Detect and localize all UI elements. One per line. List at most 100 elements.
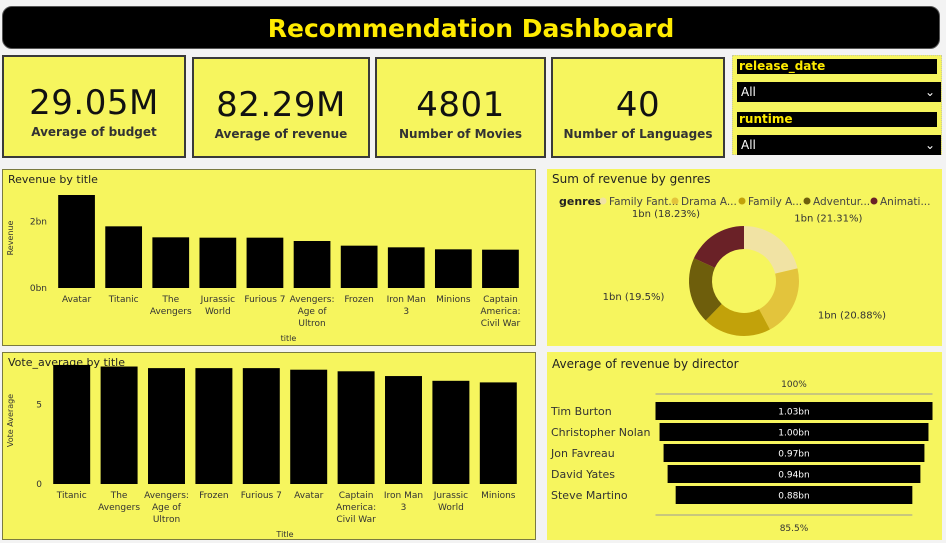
- page-title: Recommendation Dashboard: [267, 14, 675, 43]
- x-tick-label: Titanic: [108, 295, 139, 305]
- vote-average-by-title-chart[interactable]: Vote_average by title Titanic The Avengers…: [2, 352, 536, 540]
- legend-marker: [671, 197, 679, 205]
- x-tick-label: Furious 7: [241, 491, 282, 501]
- bar: [53, 364, 91, 484]
- funnel-bottom-label: 85.5%: [780, 524, 809, 534]
- funnel-data-label: 0.94bn: [778, 471, 809, 481]
- x-tick-label: Captain America: Civil War: [336, 491, 376, 525]
- bar: [58, 195, 95, 288]
- y-tick-label: 0: [36, 480, 42, 490]
- bar: [148, 368, 185, 484]
- x-tick-label: Avatar: [62, 295, 92, 305]
- legend-marker: [803, 197, 811, 205]
- kpi-value: 29.05M: [29, 83, 159, 123]
- slicer-label-runtime: runtime: [737, 112, 937, 127]
- director-label: Christopher Nolan: [551, 426, 651, 439]
- chart-svg: Titanic The AvengersAvengers: Age of Ultron F…: [6, 364, 517, 539]
- bar: [152, 237, 190, 288]
- legend-marker: [738, 197, 746, 205]
- x-tick-label: Avengers: Age of Ultron: [290, 295, 335, 329]
- kpi-value: 4801: [416, 85, 505, 125]
- funnel-data-label: 1.03bn: [778, 408, 809, 418]
- runtime-dropdown[interactable]: All ⌄: [737, 135, 941, 155]
- x-tick-label: Minions: [436, 295, 471, 305]
- legend-item: Animati...: [880, 196, 930, 208]
- funnel-data-label: 1.00bn: [778, 429, 809, 439]
- chart-svg: genres Family Fant... Drama A... Family A..…: [559, 195, 930, 336]
- x-tick-label: Frozen: [199, 491, 229, 501]
- chevron-down-icon: ⌄: [924, 85, 935, 99]
- x-tick-label: Jurassic World: [200, 295, 235, 317]
- bar: [290, 369, 328, 484]
- kpi-label: Average of budget: [31, 125, 157, 139]
- legend-item: Drama A...: [681, 196, 737, 208]
- y-axis-title: Revenue: [6, 221, 15, 256]
- revenue-by-title-chart[interactable]: Revenue by title Avatar Titanic The Avenger…: [2, 169, 536, 346]
- x-tick-label: The Avengers: [98, 491, 140, 513]
- bar: [337, 371, 375, 484]
- director-label: Jon Favreau: [550, 447, 615, 460]
- dropdown-value: All: [741, 85, 756, 99]
- kpi-label: Average of revenue: [214, 127, 348, 141]
- bar: [105, 226, 143, 288]
- y-tick-label: 2bn: [30, 217, 47, 227]
- director-label: Tim Burton: [550, 405, 612, 418]
- bar: [387, 247, 425, 288]
- bar: [246, 237, 284, 288]
- x-tick-label: Frozen: [344, 295, 374, 305]
- legend-item: Adventur...: [813, 196, 870, 208]
- x-tick-label: Minions: [481, 491, 516, 501]
- bar: [479, 382, 517, 484]
- x-tick-label: Iron Man 3: [384, 491, 423, 513]
- donut-slice: [759, 268, 799, 330]
- revenue-by-genres-chart[interactable]: Sum of revenue by genres genres Family Fa…: [547, 169, 942, 346]
- dashboard-title-bar: Recommendation Dashboard: [2, 6, 940, 49]
- bar: [482, 249, 519, 288]
- bar: [293, 241, 331, 288]
- x-tick-label: Captain America: Civil War: [480, 295, 520, 329]
- dropdown-value: All: [741, 138, 756, 152]
- x-tick-label: Jurassic World: [433, 491, 468, 513]
- legend-item: Family Fant...: [609, 196, 678, 208]
- x-tick-label: Avatar: [294, 491, 324, 501]
- chevron-down-icon: ⌄: [924, 138, 935, 152]
- chart-svg: Avatar Titanic The Avengers Jurassic World Fur…: [6, 195, 521, 343]
- x-tick-label: Titanic: [56, 491, 87, 501]
- x-tick-label: Avengers: Age of Ultron: [144, 491, 189, 525]
- kpi-label: Number of Movies: [399, 127, 522, 141]
- slice-data-label: 1bn (18.23%): [632, 209, 700, 220]
- donut-slice: [744, 226, 798, 274]
- kpi-card-languages[interactable]: 40 Number of Languages: [551, 57, 725, 158]
- y-tick-label: 0bn: [30, 284, 47, 294]
- funnel-top-label: 100%: [781, 380, 807, 390]
- legend-marker: [870, 197, 878, 205]
- kpi-label: Number of Languages: [563, 127, 713, 141]
- x-tick-label: Furious 7: [244, 295, 285, 305]
- kpi-value: 82.29M: [216, 85, 346, 125]
- x-tick-label: Iron Man 3: [387, 295, 426, 317]
- funnel-data-label: 0.97bn: [778, 450, 809, 460]
- kpi-card-budget[interactable]: 29.05M Average of budget: [2, 55, 186, 158]
- bar: [340, 245, 378, 288]
- legend-title: genres: [559, 195, 602, 208]
- slice-data-label: 1bn (21.31%): [794, 213, 862, 224]
- y-axis-title: Vote Average: [6, 394, 15, 447]
- bar: [100, 366, 138, 484]
- x-axis-title: Title: [275, 530, 293, 539]
- slice-data-label: 1bn (19.5%): [603, 292, 665, 303]
- legend-marker: [599, 197, 607, 205]
- kpi-value: 40: [615, 85, 661, 125]
- director-label: Steve Martino: [551, 489, 628, 502]
- bar: [195, 368, 233, 484]
- release-date-dropdown[interactable]: All ⌄: [737, 82, 941, 102]
- slicer-panel: release_date All ⌄ runtime All ⌄: [732, 55, 942, 155]
- bar: [432, 380, 470, 484]
- kpi-card-movies[interactable]: 4801 Number of Movies: [375, 57, 546, 158]
- revenue-by-director-funnel[interactable]: Average of revenue by director 100% 1.03b…: [547, 352, 942, 540]
- bar: [385, 376, 422, 484]
- y-tick-label: 5: [36, 401, 42, 411]
- kpi-card-revenue[interactable]: 82.29M Average of revenue: [192, 57, 370, 158]
- slice-data-label: 1bn (20.88%): [818, 310, 886, 321]
- funnel-data-label: 0.88bn: [778, 492, 809, 502]
- bar: [242, 368, 280, 484]
